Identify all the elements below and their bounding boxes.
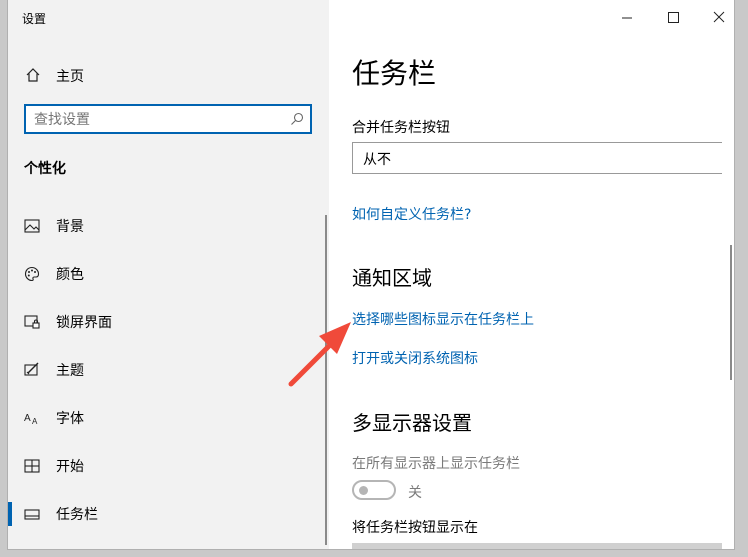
sidebar-item-themes[interactable]: 主题 xyxy=(8,352,329,388)
toggle-state-label: 关 xyxy=(408,485,422,501)
notification-area-heading: 通知区域 xyxy=(352,266,432,290)
search-input[interactable] xyxy=(32,110,276,130)
svg-text:A: A xyxy=(32,417,38,426)
sidebar-item-background[interactable]: 背景 xyxy=(8,208,329,244)
home-icon xyxy=(26,68,40,82)
sidebar-item-lock-screen[interactable]: 锁屏界面 xyxy=(8,304,329,340)
close-icon[interactable] xyxy=(701,6,734,30)
dropdown-value: 从不 xyxy=(363,152,391,168)
annotation-arrow-icon xyxy=(288,322,351,387)
search-icon[interactable] xyxy=(290,112,304,126)
settings-window: 设置 主页 个性化 背景 xyxy=(8,0,734,549)
svg-text:A: A xyxy=(24,413,31,424)
system-icons-link[interactable]: 打开或关闭系统图标 xyxy=(352,348,478,368)
sidebar-item-label: 主页 xyxy=(56,69,84,85)
sidebar-item-label: 任务栏 xyxy=(56,507,98,523)
sidebar-item-start[interactable]: 开始 xyxy=(8,448,329,484)
sidebar-item-label: 颜色 xyxy=(56,267,84,283)
search-box[interactable] xyxy=(24,104,312,134)
lock-screen-icon xyxy=(24,315,40,329)
start-icon xyxy=(24,459,40,473)
multiple-displays-heading: 多显示器设置 xyxy=(352,411,472,435)
show-on-all-displays-toggle[interactable] xyxy=(352,480,396,500)
toggle-knob xyxy=(359,486,368,495)
theme-icon xyxy=(24,362,39,376)
combine-buttons-dropdown[interactable]: 从不 xyxy=(352,142,722,174)
combine-buttons-label: 合并任务栏按钮 xyxy=(352,120,450,136)
main-content: 任务栏 合并任务栏按钮 从不 如何自定义任务栏? 通知区域 选择哪些图标显示在任… xyxy=(329,0,734,549)
sidebar-item-label: 背景 xyxy=(56,219,84,235)
sidebar-item-taskbar[interactable]: 任务栏 xyxy=(8,496,329,532)
sidebar-item-label: 主题 xyxy=(56,363,84,379)
sidebar-item-fonts[interactable]: A A 字体 xyxy=(8,400,329,436)
sidebar: 设置 主页 个性化 背景 xyxy=(8,0,329,549)
main-scrollbar[interactable] xyxy=(730,245,732,380)
taskbar-icon xyxy=(24,509,40,520)
palette-icon xyxy=(24,266,40,282)
app-title: 设置 xyxy=(22,12,47,26)
maximize-icon[interactable] xyxy=(655,6,691,30)
minimize-icon[interactable] xyxy=(609,6,645,30)
section-title: 个性化 xyxy=(24,161,66,177)
page-title: 任务栏 xyxy=(352,57,437,90)
font-icon: A A xyxy=(24,413,38,426)
sidebar-item-label: 锁屏界面 xyxy=(56,315,112,331)
select-taskbar-icons-link[interactable]: 选择哪些图标显示在任务栏上 xyxy=(352,309,534,329)
sidebar-item-label: 字体 xyxy=(56,411,84,427)
sidebar-item-colors[interactable]: 颜色 xyxy=(8,256,329,292)
show-on-all-displays-label: 在所有显示器上显示任务栏 xyxy=(352,456,520,472)
show-buttons-on-dropdown[interactable] xyxy=(352,543,722,549)
show-buttons-on-label: 将任务栏按钮显示在 xyxy=(352,520,478,536)
image-icon xyxy=(24,219,40,233)
active-indicator xyxy=(8,502,12,526)
sidebar-item-home[interactable]: 主页 xyxy=(8,60,329,90)
customize-taskbar-link[interactable]: 如何自定义任务栏? xyxy=(352,204,471,224)
sidebar-item-label: 开始 xyxy=(56,459,84,475)
